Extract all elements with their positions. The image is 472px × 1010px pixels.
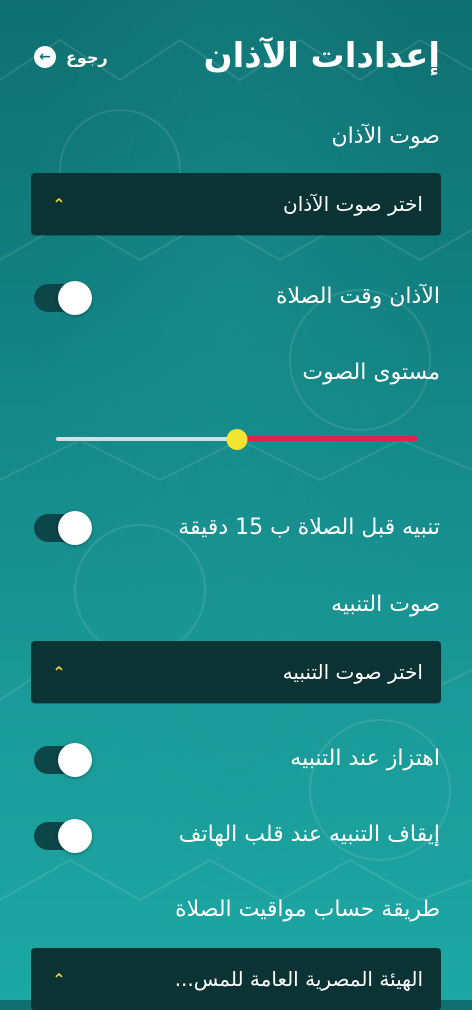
adhan-sound-label: صوت الآذان	[331, 124, 440, 149]
arrow-left-circle-icon: ←	[34, 46, 56, 68]
alert-sound-label: صوت التنبيه	[331, 592, 440, 617]
slider-thumb[interactable]	[226, 429, 248, 450]
alert-sound-select[interactable]: ⌃ اختر صوت التنبيه	[31, 641, 441, 703]
slider-track-inactive	[56, 437, 237, 441]
flip-to-stop-toggle[interactable]	[34, 819, 92, 853]
adhan-sound-select[interactable]: ⌃ اختر صوت الآذان	[31, 173, 441, 235]
alert-before-toggle[interactable]	[34, 511, 92, 545]
slider-track-active	[237, 436, 418, 441]
adhan-at-prayer-label: الآذان وقت الصلاة	[275, 284, 440, 309]
volume-label: مستوى الصوت	[302, 360, 440, 385]
toggle-knob	[58, 743, 92, 777]
calculation-method-value: الهيئة المصرية العامة للمس...	[174, 967, 423, 991]
adhan-at-prayer-toggle[interactable]	[34, 281, 92, 315]
alert-sound-value: اختر صوت التنبيه	[282, 660, 423, 684]
calculation-method-select[interactable]: ⌃ الهيئة المصرية العامة للمس...	[31, 948, 441, 1010]
back-label: رجوع	[66, 47, 108, 67]
calculation-method-label: طريقة حساب مواقيت الصلاة	[175, 897, 440, 922]
vibrate-toggle[interactable]	[34, 743, 92, 777]
toggle-knob	[58, 281, 92, 315]
toggle-knob	[58, 511, 92, 545]
toggle-knob	[58, 819, 92, 853]
chevron-up-icon: ⌃	[52, 969, 66, 989]
vibrate-label: اهتزاز عند التنبيه	[290, 746, 440, 771]
alert-before-label: تنبيه قبل الصلاة ب 15 دقيقة	[178, 515, 440, 540]
flip-to-stop-label: إيقاف التنبيه عند قلب الهاتف	[178, 822, 440, 847]
page-title: إعدادات الآذان	[203, 36, 440, 76]
header: ← رجوع إعدادات الآذان	[0, 0, 472, 120]
adhan-sound-value: اختر صوت الآذان	[283, 192, 423, 216]
chevron-up-icon: ⌃	[52, 662, 66, 682]
volume-slider[interactable]	[56, 424, 418, 454]
back-button[interactable]: ← رجوع	[34, 46, 108, 68]
chevron-up-icon: ⌃	[52, 194, 66, 214]
